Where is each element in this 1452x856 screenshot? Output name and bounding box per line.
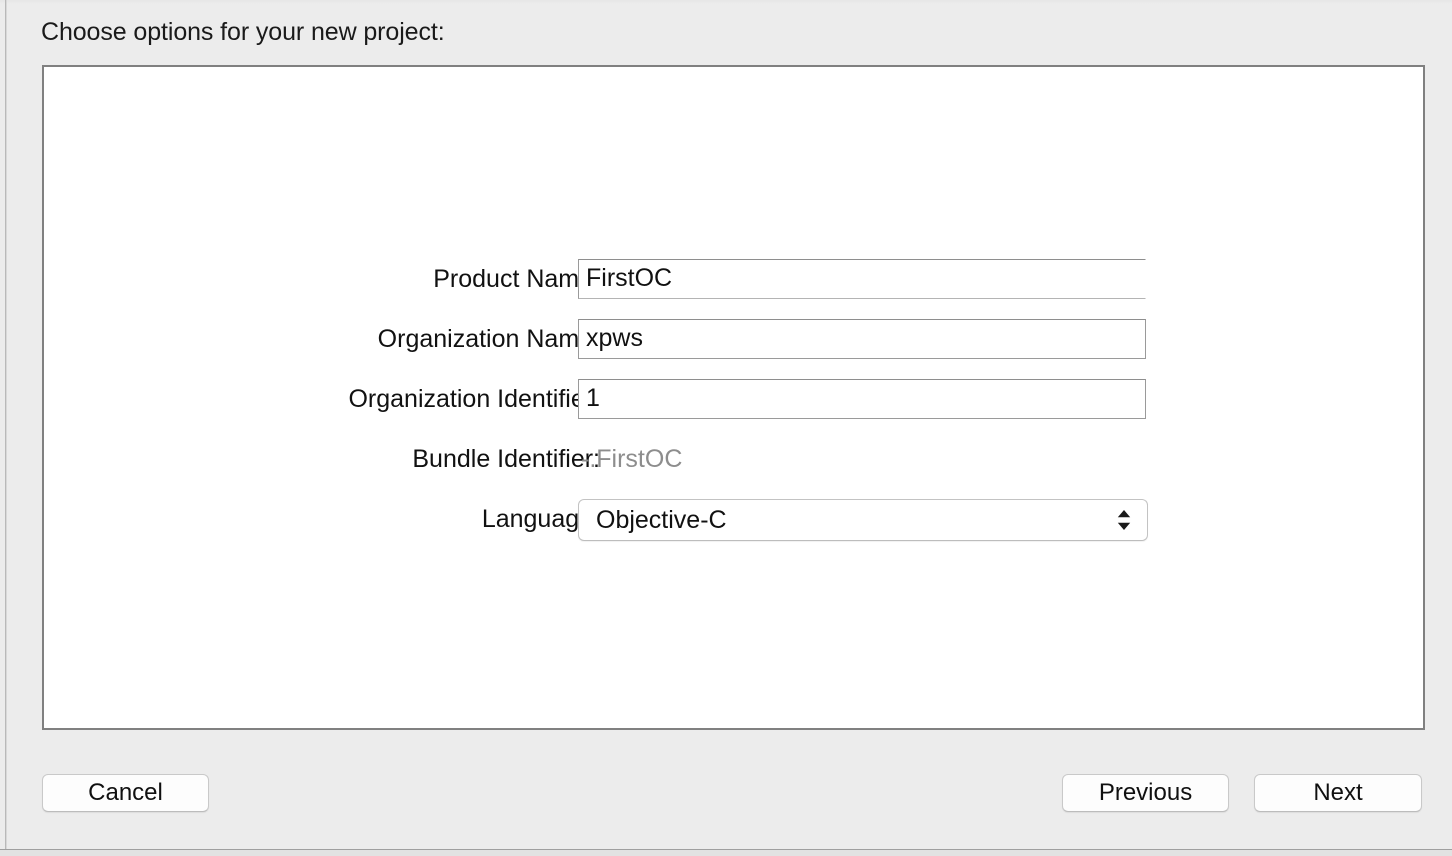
product-name-input[interactable] bbox=[578, 259, 1146, 299]
bundle-identifier-value: -.FirstOC bbox=[581, 445, 683, 473]
language-control: Objective-C bbox=[578, 499, 1148, 541]
organization-name-label: Organization Name: bbox=[377, 325, 600, 353]
bundle-identifier-control: -.FirstOC bbox=[578, 439, 682, 479]
form-row-bundle-identifier: Bundle Identifier: -.FirstOC bbox=[44, 439, 1423, 499]
organization-identifier-label: Organization Identifier: bbox=[348, 385, 600, 413]
page-title: Choose options for your new project: bbox=[41, 18, 445, 46]
previous-button[interactable]: Previous bbox=[1062, 774, 1229, 812]
product-name-label: Product Name: bbox=[433, 265, 600, 293]
form-row-organization-name: Organization Name: bbox=[44, 319, 1423, 379]
language-selected-value: Objective-C bbox=[596, 506, 727, 534]
organization-name-control bbox=[578, 319, 1146, 359]
chevron-up-down-icon bbox=[1115, 500, 1133, 540]
window-top-edge bbox=[0, 0, 1452, 4]
bundle-identifier-label: Bundle Identifier: bbox=[412, 445, 600, 473]
organization-identifier-input[interactable] bbox=[578, 379, 1146, 419]
form-row-language: Language: Objective-C bbox=[44, 499, 1423, 559]
window-left-edge-highlight bbox=[6, 0, 7, 851]
organization-identifier-control bbox=[578, 379, 1146, 419]
form-row-product-name: Product Name: bbox=[44, 259, 1423, 319]
organization-name-input[interactable] bbox=[578, 319, 1146, 359]
new-project-options-window: Choose options for your new project: Pro… bbox=[0, 0, 1452, 856]
form-row-organization-identifier: Organization Identifier: bbox=[44, 379, 1423, 439]
product-name-control bbox=[578, 259, 1146, 299]
language-popup-button[interactable]: Objective-C bbox=[578, 499, 1148, 541]
project-options-form: Product Name: Organization Name: Organiz… bbox=[44, 259, 1423, 559]
next-button[interactable]: Next bbox=[1254, 774, 1422, 812]
window-bottom-shadow bbox=[0, 850, 1452, 856]
options-panel: Product Name: Organization Name: Organiz… bbox=[42, 65, 1425, 730]
cancel-button[interactable]: Cancel bbox=[42, 774, 209, 812]
